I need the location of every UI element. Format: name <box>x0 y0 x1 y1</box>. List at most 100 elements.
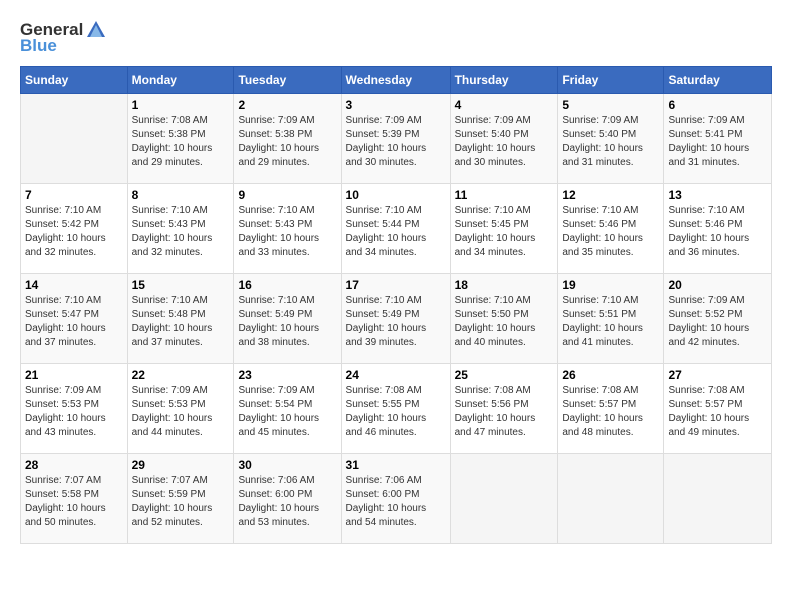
day-number: 22 <box>132 368 230 382</box>
day-detail: Sunrise: 7:09 AMSunset: 5:39 PMDaylight:… <box>346 114 446 170</box>
day-detail: Sunrise: 7:08 AMSunset: 5:57 PMDaylight:… <box>562 384 659 440</box>
day-number: 10 <box>346 188 446 202</box>
day-cell: 13 Sunrise: 7:10 AMSunset: 5:46 PMDayligh… <box>664 184 772 274</box>
day-number: 7 <box>25 188 123 202</box>
day-number: 30 <box>238 458 336 472</box>
day-cell: 30 Sunrise: 7:06 AMSunset: 6:00 PMDayligh… <box>234 454 341 544</box>
day-cell: 20Sunrise: 7:09 AMSunset: 5:52 PMDayligh… <box>664 274 772 364</box>
day-number: 13 <box>668 188 767 202</box>
day-cell: 1Sunrise: 7:08 AMSunset: 5:38 PMDaylight… <box>127 94 234 184</box>
day-detail: Sunrise: 7:10 AMSunset: 5:46 PMDaylight:… <box>562 204 659 260</box>
day-detail: Sunrise: 7:09 AMSunset: 5:41 PMDaylight:… <box>668 114 767 170</box>
day-number: 19 <box>562 278 659 292</box>
day-number: 23 <box>238 368 336 382</box>
day-detail: Sunrise: 7:06 AMSunset: 6:00 PMDaylight:… <box>238 474 336 530</box>
day-number: 12 <box>562 188 659 202</box>
day-detail: Sunrise: 7:09 AMSunset: 5:52 PMDaylight:… <box>668 294 767 350</box>
day-detail: Sunrise: 7:08 AMSunset: 5:55 PMDaylight:… <box>346 384 446 440</box>
day-number: 3 <box>346 98 446 112</box>
day-cell: 31 Sunrise: 7:06 AMSunset: 6:00 PMDayligh… <box>341 454 450 544</box>
day-detail: Sunrise: 7:10 AMSunset: 5:51 PMDaylight:… <box>562 294 659 350</box>
calendar-table: SundayMondayTuesdayWednesdayThursdayFrid… <box>20 66 772 544</box>
day-cell: 25 Sunrise: 7:08 AMSunset: 5:56 PMDayligh… <box>450 364 558 454</box>
day-cell: 21 Sunrise: 7:09 AMSunset: 5:53 PMDayligh… <box>21 364 128 454</box>
logo-general: General <box>20 21 83 38</box>
day-cell: 4 Sunrise: 7:09 AMSunset: 5:40 PMDaylight… <box>450 94 558 184</box>
day-number: 14 <box>25 278 123 292</box>
day-number: 16 <box>238 278 336 292</box>
day-detail: Sunrise: 7:08 AMSunset: 5:56 PMDaylight:… <box>455 384 554 440</box>
day-number: 9 <box>238 188 336 202</box>
day-number: 26 <box>562 368 659 382</box>
day-number: 11 <box>455 188 554 202</box>
day-cell: 29Sunrise: 7:07 AMSunset: 5:59 PMDayligh… <box>127 454 234 544</box>
day-detail: Sunrise: 7:08 AMSunset: 5:57 PMDaylight:… <box>668 384 767 440</box>
day-number: 5 <box>562 98 659 112</box>
day-cell <box>21 94 128 184</box>
day-detail: Sunrise: 7:10 AMSunset: 5:47 PMDaylight:… <box>25 294 123 350</box>
day-number: 8 <box>132 188 230 202</box>
day-cell: 2 Sunrise: 7:09 AMSunset: 5:38 PMDaylight… <box>234 94 341 184</box>
page-header: General Blue <box>20 20 772 56</box>
header-tuesday: Tuesday <box>234 67 341 94</box>
day-detail: Sunrise: 7:06 AMSunset: 6:00 PMDaylight:… <box>346 474 446 530</box>
day-number: 1 <box>132 98 230 112</box>
day-detail: Sunrise: 7:10 AMSunset: 5:43 PMDaylight:… <box>238 204 336 260</box>
day-cell: 7 Sunrise: 7:10 AMSunset: 5:42 PMDaylight… <box>21 184 128 274</box>
day-cell: 24 Sunrise: 7:08 AMSunset: 5:55 PMDayligh… <box>341 364 450 454</box>
day-number: 24 <box>346 368 446 382</box>
day-number: 25 <box>455 368 554 382</box>
day-detail: Sunrise: 7:10 AMSunset: 5:48 PMDaylight:… <box>132 294 230 350</box>
day-cell: 28 Sunrise: 7:07 AMSunset: 5:58 PMDayligh… <box>21 454 128 544</box>
day-detail: Sunrise: 7:09 AMSunset: 5:40 PMDaylight:… <box>562 114 659 170</box>
day-cell: 8 Sunrise: 7:10 AMSunset: 5:43 PMDaylight… <box>127 184 234 274</box>
day-cell <box>558 454 664 544</box>
day-cell: 17 Sunrise: 7:10 AMSunset: 5:49 PMDayligh… <box>341 274 450 364</box>
header-thursday: Thursday <box>450 67 558 94</box>
day-number: 18 <box>455 278 554 292</box>
week-row-1: 1Sunrise: 7:08 AMSunset: 5:38 PMDaylight… <box>21 94 772 184</box>
day-number: 21 <box>25 368 123 382</box>
day-detail: Sunrise: 7:10 AMSunset: 5:49 PMDaylight:… <box>238 294 336 350</box>
day-cell: 9 Sunrise: 7:10 AMSunset: 5:43 PMDaylight… <box>234 184 341 274</box>
day-cell: 23Sunrise: 7:09 AMSunset: 5:54 PMDayligh… <box>234 364 341 454</box>
day-cell: 14 Sunrise: 7:10 AMSunset: 5:47 PMDayligh… <box>21 274 128 364</box>
week-row-2: 7 Sunrise: 7:10 AMSunset: 5:42 PMDaylight… <box>21 184 772 274</box>
day-cell: 11 Sunrise: 7:10 AMSunset: 5:45 PMDayligh… <box>450 184 558 274</box>
day-number: 31 <box>346 458 446 472</box>
day-detail: Sunrise: 7:10 AMSunset: 5:43 PMDaylight:… <box>132 204 230 260</box>
day-cell: 10 Sunrise: 7:10 AMSunset: 5:44 PMDayligh… <box>341 184 450 274</box>
day-cell: 3 Sunrise: 7:09 AMSunset: 5:39 PMDaylight… <box>341 94 450 184</box>
day-cell: 19 Sunrise: 7:10 AMSunset: 5:51 PMDayligh… <box>558 274 664 364</box>
day-detail: Sunrise: 7:10 AMSunset: 5:49 PMDaylight:… <box>346 294 446 350</box>
day-cell: 12 Sunrise: 7:10 AMSunset: 5:46 PMDayligh… <box>558 184 664 274</box>
day-number: 2 <box>238 98 336 112</box>
day-cell: 15Sunrise: 7:10 AMSunset: 5:48 PMDayligh… <box>127 274 234 364</box>
header-saturday: Saturday <box>664 67 772 94</box>
day-cell: 18 Sunrise: 7:10 AMSunset: 5:50 PMDayligh… <box>450 274 558 364</box>
week-row-4: 21 Sunrise: 7:09 AMSunset: 5:53 PMDayligh… <box>21 364 772 454</box>
day-detail: Sunrise: 7:10 AMSunset: 5:46 PMDaylight:… <box>668 204 767 260</box>
day-detail: Sunrise: 7:09 AMSunset: 5:53 PMDaylight:… <box>25 384 123 440</box>
day-detail: Sunrise: 7:10 AMSunset: 5:45 PMDaylight:… <box>455 204 554 260</box>
logo-triangle-icon <box>86 20 106 38</box>
day-cell <box>664 454 772 544</box>
day-detail: Sunrise: 7:07 AMSunset: 5:58 PMDaylight:… <box>25 474 123 530</box>
day-number: 17 <box>346 278 446 292</box>
day-cell: 5 Sunrise: 7:09 AMSunset: 5:40 PMDaylight… <box>558 94 664 184</box>
logo: General Blue <box>20 20 106 56</box>
header-sunday: Sunday <box>21 67 128 94</box>
day-detail: Sunrise: 7:09 AMSunset: 5:38 PMDaylight:… <box>238 114 336 170</box>
day-cell: 6Sunrise: 7:09 AMSunset: 5:41 PMDaylight… <box>664 94 772 184</box>
day-detail: Sunrise: 7:10 AMSunset: 5:42 PMDaylight:… <box>25 204 123 260</box>
day-detail: Sunrise: 7:09 AMSunset: 5:40 PMDaylight:… <box>455 114 554 170</box>
day-detail: Sunrise: 7:10 AMSunset: 5:50 PMDaylight:… <box>455 294 554 350</box>
day-number: 4 <box>455 98 554 112</box>
day-number: 28 <box>25 458 123 472</box>
day-cell: 16 Sunrise: 7:10 AMSunset: 5:49 PMDayligh… <box>234 274 341 364</box>
logo-blue: Blue <box>20 36 57 56</box>
day-detail: Sunrise: 7:10 AMSunset: 5:44 PMDaylight:… <box>346 204 446 260</box>
day-number: 27 <box>668 368 767 382</box>
header-monday: Monday <box>127 67 234 94</box>
calendar-header-row: SundayMondayTuesdayWednesdayThursdayFrid… <box>21 67 772 94</box>
